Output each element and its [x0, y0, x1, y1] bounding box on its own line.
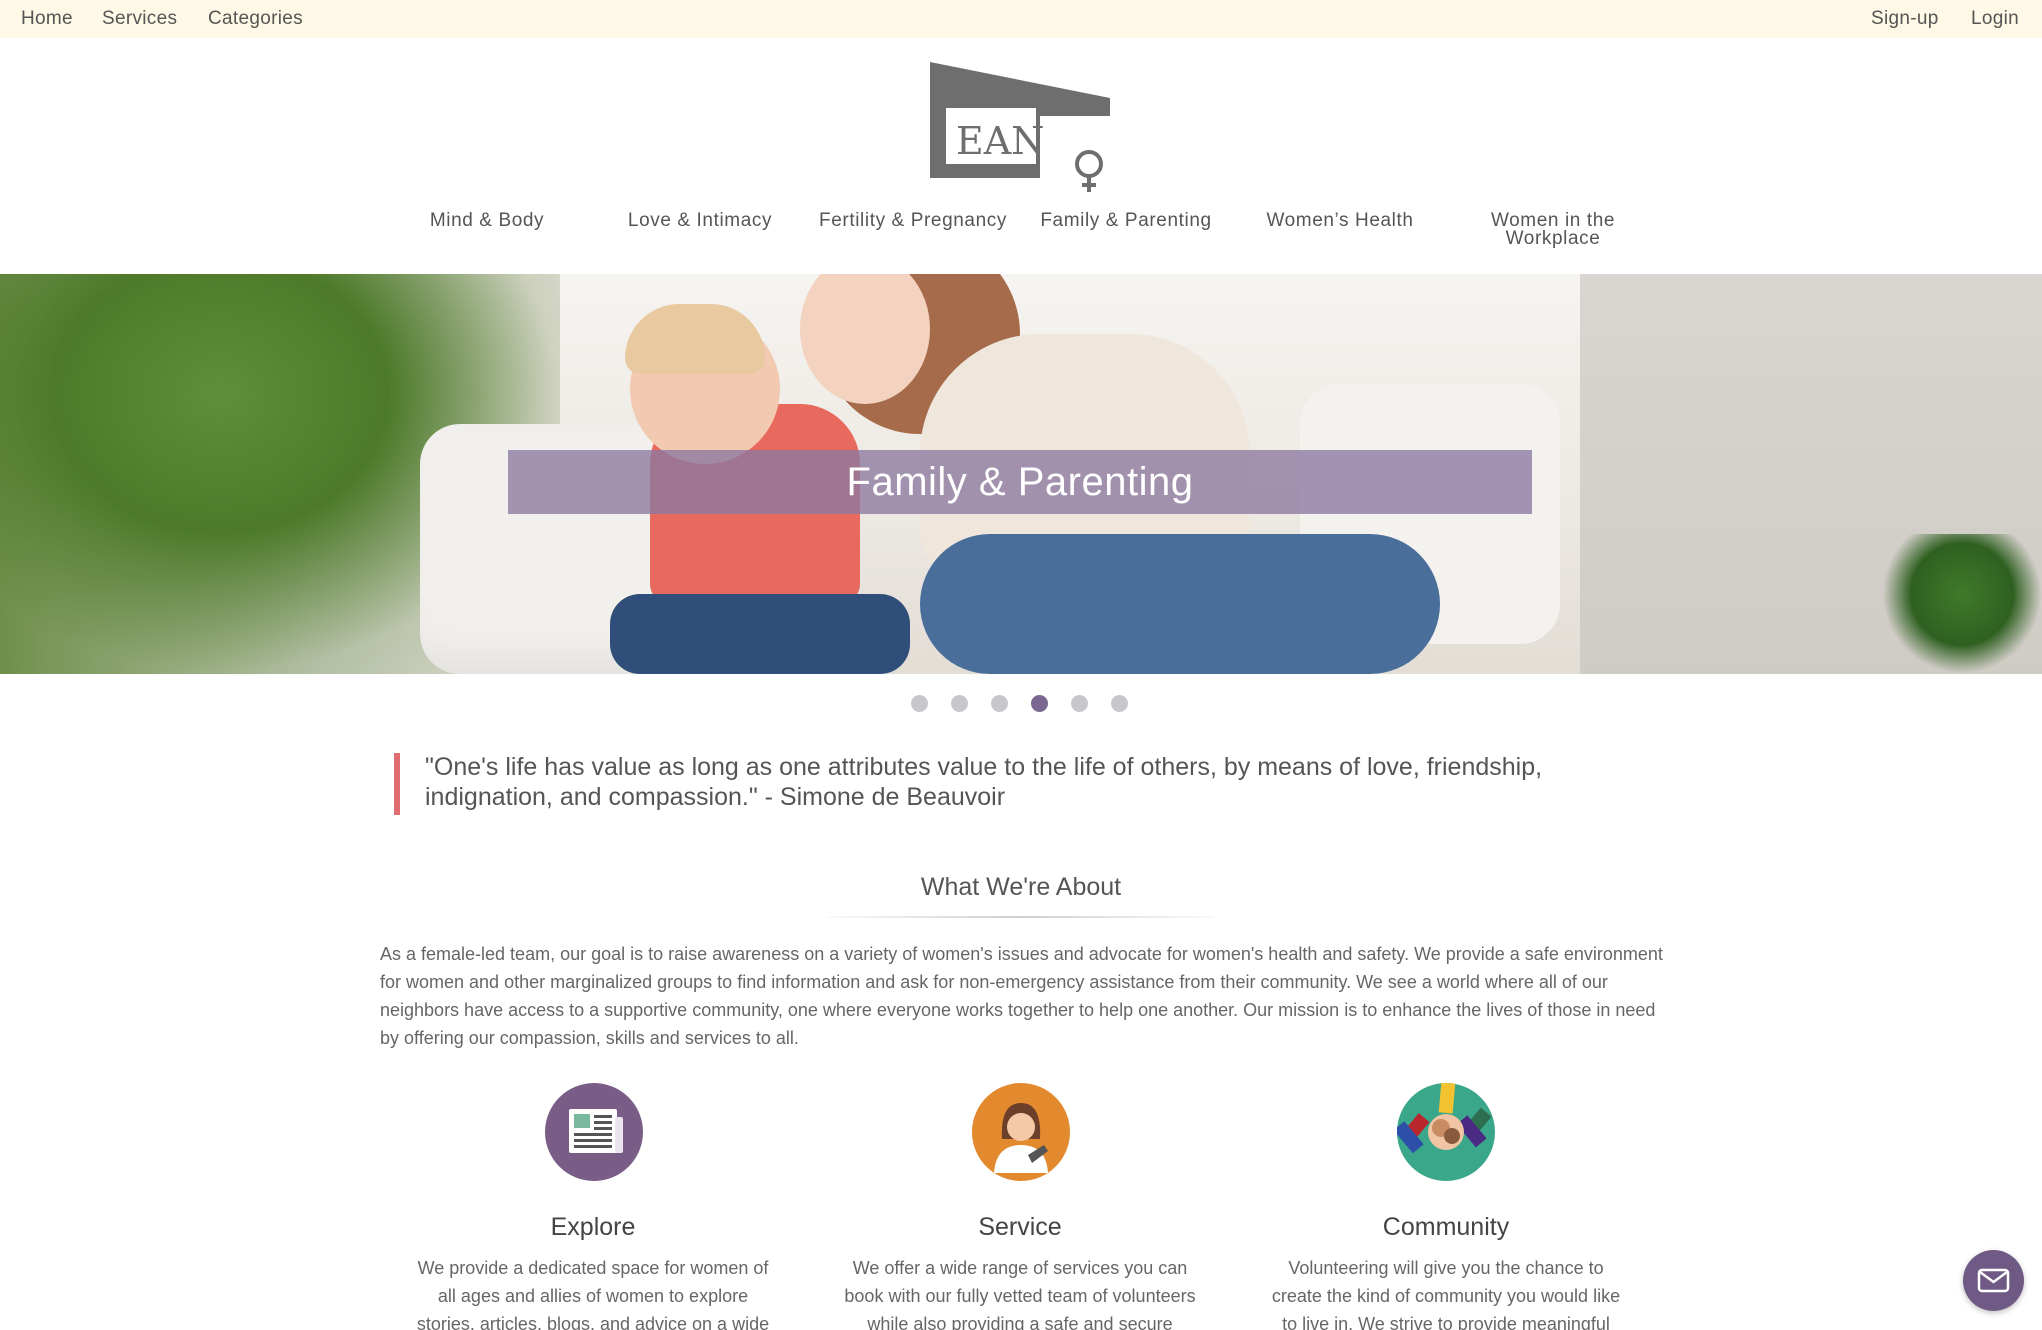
logo-text: EAN [956, 119, 1044, 163]
login-link[interactable]: Login [1971, 8, 2019, 30]
carousel-dot[interactable] [991, 695, 1008, 712]
category-mind-body[interactable]: Mind & Body [387, 211, 587, 230]
top-navbar: Home Services Categories Sign-up Login [0, 0, 2042, 38]
category-love-intimacy[interactable]: Love & Intimacy [600, 211, 800, 230]
newspaper-icon[interactable] [545, 1083, 643, 1181]
category-womens-health[interactable]: Women’s Health [1240, 211, 1440, 230]
feature-explore-title: Explore [550, 1213, 636, 1241]
feature-community-text: Volunteering will give you the chance to… [1271, 1258, 1621, 1330]
carousel-dot[interactable] [951, 695, 968, 712]
signup-link[interactable]: Sign-up [1871, 8, 1939, 30]
quote-accent-bar [394, 753, 400, 815]
carousel-dot[interactable] [1031, 695, 1048, 712]
volunteer-woman-icon[interactable] [972, 1083, 1070, 1181]
about-divider [828, 916, 1214, 918]
nav-services-link[interactable]: Services [102, 8, 177, 30]
hero-caption-title: Family & Parenting [846, 460, 1194, 504]
category-family-parenting[interactable]: Family & Parenting [1026, 211, 1226, 230]
carousel-dot[interactable] [1111, 695, 1128, 712]
leanto-logo[interactable]: EAN [928, 60, 1114, 194]
hero-photo-mother-jeans [920, 534, 1440, 674]
about-section-title: What We're About [920, 873, 1122, 901]
category-women-workplace[interactable]: Women in the Workplace [1453, 211, 1653, 248]
nav-home-link[interactable]: Home [21, 8, 73, 30]
mail-icon [1977, 1268, 2010, 1293]
carousel-dot[interactable] [1071, 695, 1088, 712]
featured-quote: "One's life has value as long as one att… [425, 753, 1543, 811]
hero-photo-child-jeans [610, 594, 910, 674]
carousel-indicators [911, 695, 1131, 713]
hands-together-icon[interactable] [1393, 1082, 1495, 1181]
feature-service-title: Service [978, 1213, 1062, 1241]
category-fertility-pregnancy[interactable]: Fertility & Pregnancy [813, 211, 1013, 230]
feature-service-text: We offer a wide range of services you ca… [844, 1258, 1196, 1330]
feature-explore-text: We provide a dedicated space for women o… [416, 1258, 770, 1330]
feature-community-title: Community [1382, 1213, 1510, 1241]
nav-categories-link[interactable]: Categories [208, 8, 303, 30]
carousel-dot[interactable] [911, 695, 928, 712]
contact-mail-button[interactable] [1963, 1250, 2024, 1311]
hero-carousel[interactable]: Family & Parenting [0, 274, 2042, 674]
hero-photo-plant-right [1882, 534, 2042, 674]
hero-photo-child-hair [625, 304, 765, 374]
about-section-body: As a female-led team, our goal is to rai… [380, 944, 1663, 1048]
